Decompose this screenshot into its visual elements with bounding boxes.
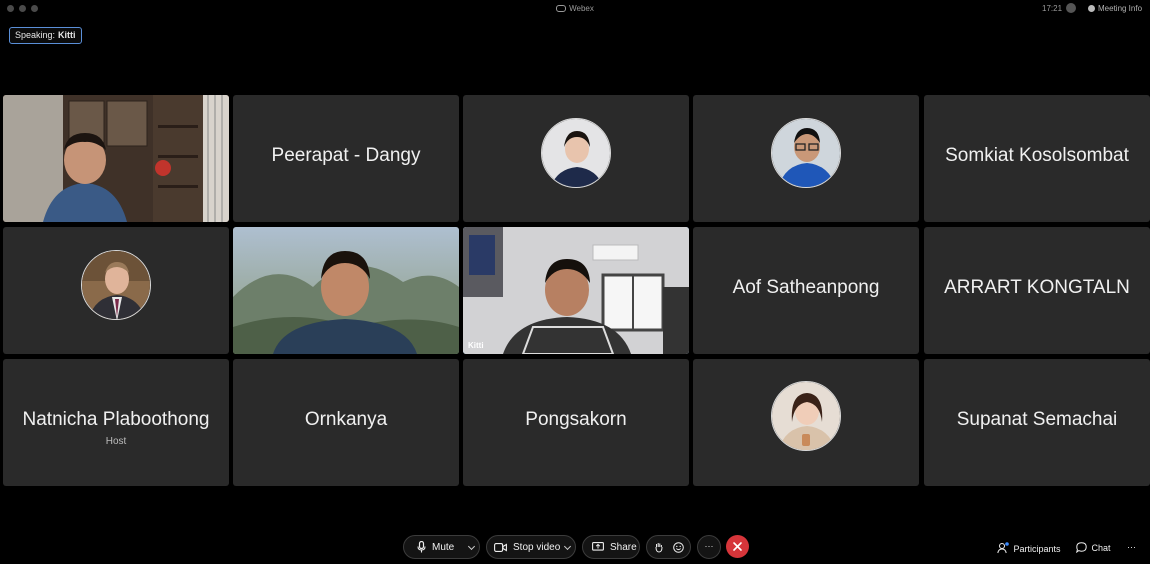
info-icon xyxy=(1088,5,1095,12)
participant-name: Somkiat Kosolsombat xyxy=(945,145,1129,166)
chat-label: Chat xyxy=(1091,543,1111,553)
participant-tile[interactable]: Ornkanya xyxy=(233,359,459,486)
stop-video-button[interactable]: Stop video xyxy=(486,535,576,559)
overflow-menu-label: ··· xyxy=(1127,542,1136,552)
participant-avatar xyxy=(81,250,151,320)
app-title-text: Webex xyxy=(569,4,594,13)
participant-tile[interactable] xyxy=(3,227,229,354)
raise-hand-icon[interactable] xyxy=(655,542,663,553)
participant-video-feed xyxy=(463,227,689,354)
avatar-image xyxy=(82,251,150,319)
meeting-controls: Mute Stop video Share ··· xyxy=(0,535,1150,559)
overflow-menu-button[interactable]: ··· xyxy=(1127,542,1136,552)
participant-tile[interactable] xyxy=(693,359,919,486)
participant-role: Host xyxy=(105,436,127,447)
security-icon[interactable] xyxy=(1066,3,1076,13)
participant-tile[interactable] xyxy=(463,95,689,222)
avatar-image xyxy=(542,119,610,187)
participant-name: Aof Satheanpong xyxy=(732,277,880,298)
speaking-label: Speaking: xyxy=(15,30,56,40)
people-icon xyxy=(997,542,1009,554)
participant-video-label: Kitti xyxy=(468,341,484,350)
mute-label: Mute xyxy=(432,541,455,553)
participant-tile[interactable] xyxy=(693,95,919,222)
share-screen-icon xyxy=(592,542,604,551)
participant-tile-video[interactable] xyxy=(233,227,459,354)
participants-button[interactable]: Participants xyxy=(997,542,1061,554)
participant-name: Natnicha Plaboothong xyxy=(22,409,210,430)
avatar-image xyxy=(772,119,840,187)
window-title: Webex xyxy=(0,4,1150,13)
emoji-reaction-icon[interactable] xyxy=(673,541,684,553)
stop-video-label: Stop video xyxy=(513,541,561,553)
participant-avatar xyxy=(541,118,611,188)
participant-tile[interactable]: Peerapat - Dangy xyxy=(233,95,459,222)
participant-name: Ornkanya xyxy=(304,409,388,430)
microphone-icon xyxy=(417,541,426,553)
meeting-info-label: Meeting Info xyxy=(1098,4,1143,13)
avatar-image xyxy=(772,382,840,450)
participants-label: Participants xyxy=(1013,544,1061,554)
participant-name: ARRART KONGTALN xyxy=(944,277,1130,298)
participant-tile[interactable]: ARRART KONGTALN xyxy=(924,227,1150,354)
mute-button[interactable]: Mute xyxy=(403,535,480,559)
meeting-info-button[interactable]: Meeting Info xyxy=(1088,4,1142,13)
participant-tile-host[interactable]: Natnicha Plaboothong Host xyxy=(3,359,229,486)
participant-tile[interactable]: Somkiat Kosolsombat xyxy=(924,95,1150,222)
participant-tile[interactable]: Pongsakorn xyxy=(463,359,689,486)
share-button[interactable]: Share xyxy=(582,535,640,559)
participant-name: Supanat Semachai xyxy=(956,409,1118,430)
speaking-name: Kitti xyxy=(58,30,76,40)
video-camera-icon xyxy=(494,542,507,552)
meeting-clock: 17:21 xyxy=(1042,4,1063,13)
participant-tile-video-active[interactable]: Kitti xyxy=(463,227,689,354)
title-bar: Webex 17:21 Meeting Info xyxy=(0,0,1150,18)
webex-logo-icon xyxy=(556,5,567,12)
participant-tile[interactable]: Supanat Semachai xyxy=(924,359,1150,486)
participant-video-feed xyxy=(233,227,459,354)
reactions-group xyxy=(646,535,691,559)
participant-tile-video[interactable] xyxy=(3,95,229,222)
participant-avatar xyxy=(771,118,841,188)
participant-avatar xyxy=(771,381,841,451)
chevron-down-icon[interactable] xyxy=(563,542,572,551)
leave-meeting-button[interactable] xyxy=(726,535,749,558)
participant-name: Pongsakorn xyxy=(525,409,627,430)
participant-video-feed xyxy=(3,95,229,222)
chat-bubble-icon xyxy=(1075,542,1087,554)
speaking-indicator: Speaking: Kitti xyxy=(9,27,82,44)
chevron-down-icon[interactable] xyxy=(467,542,476,551)
chat-button[interactable]: Chat xyxy=(1075,542,1111,554)
close-icon xyxy=(733,542,742,551)
more-options-button[interactable]: ··· xyxy=(697,535,721,559)
share-label: Share xyxy=(610,541,637,553)
more-options-label: ··· xyxy=(704,541,714,551)
participant-tile[interactable]: Aof Satheanpong xyxy=(693,227,919,354)
participant-name: Peerapat - Dangy xyxy=(271,145,421,166)
